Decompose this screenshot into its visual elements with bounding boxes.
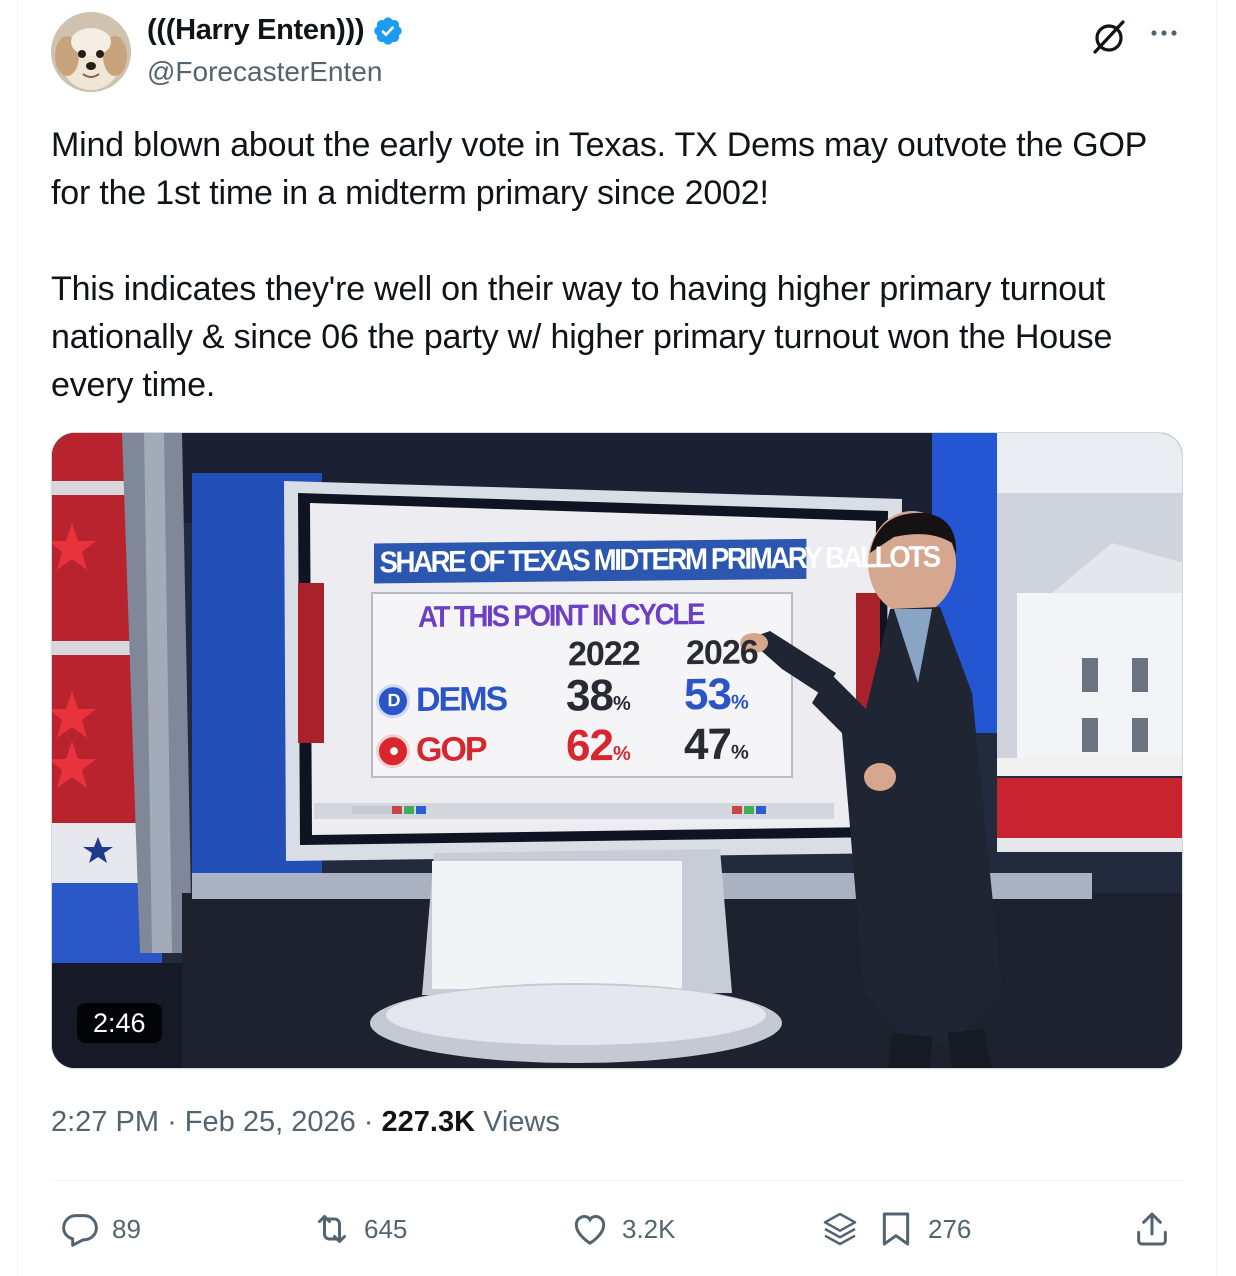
like-count: 3.2K <box>622 1213 676 1244</box>
author-avatar[interactable] <box>51 12 131 92</box>
grok-analysis-button[interactable] <box>820 1206 860 1252</box>
author-display-name[interactable]: (((Harry Enten))) <box>147 14 365 47</box>
tweet-meta: 2:27 PM · Feb 25, 2026 · 227.3K Views <box>51 1106 560 1139</box>
author-name[interactable]: (((Harry Enten))) <box>147 14 404 47</box>
year-2026-label: 2026 <box>686 633 758 673</box>
verified-badge-icon <box>374 16 402 45</box>
tweet-text: Mind blown about the early vote in Texas… <box>51 121 1191 409</box>
gop-row-label: ● GOP <box>376 730 486 770</box>
broadcast-screen: SHARE OF TEXAS MIDTERM PRIMARY BALLOTS A… <box>340 512 939 816</box>
bookmark-icon <box>882 1212 910 1246</box>
democrat-logo-icon: D <box>376 683 410 718</box>
dems-2022-value: 38% <box>566 670 630 721</box>
meta-separator: · <box>167 1106 177 1138</box>
bookmark-button[interactable]: 276 <box>876 1206 971 1252</box>
like-button[interactable]: 3.2K <box>570 1206 676 1252</box>
bookmark-count: 276 <box>928 1213 972 1244</box>
stack-layers-icon <box>823 1212 857 1246</box>
heart-icon <box>574 1214 606 1245</box>
gop-2022-value: 62% <box>566 720 630 771</box>
share-icon <box>1137 1212 1167 1246</box>
views-count[interactable]: 227.3K <box>382 1106 476 1138</box>
dems-2026-value: 53% <box>684 669 748 720</box>
reply-icon <box>62 1214 98 1247</box>
repost-icon <box>318 1215 346 1243</box>
video-player[interactable]: SHARE OF TEXAS MIDTERM PRIMARY BALLOTS A… <box>51 432 1183 1069</box>
author-handle[interactable]: @ForecasterEnten <box>147 56 382 88</box>
repost-button[interactable]: 645 <box>312 1206 407 1252</box>
republican-elephant-icon: ● <box>376 733 410 768</box>
gop-2026-value: 47% <box>684 719 748 770</box>
reply-count: 89 <box>112 1213 141 1244</box>
tweet-paragraph: Mind blown about the early vote in Texas… <box>51 126 1156 212</box>
gop-label: GOP <box>416 730 486 770</box>
video-duration-badge: 2:46 <box>77 1003 162 1043</box>
tweet-date[interactable]: Feb 25, 2026 <box>185 1106 356 1138</box>
screen-subtitle: AT THIS POINT IN CYCLE <box>418 598 704 634</box>
tweet-paragraph: This indicates they're well on their way… <box>51 270 1122 404</box>
share-button[interactable] <box>1132 1206 1172 1252</box>
screen-title: SHARE OF TEXAS MIDTERM PRIMARY BALLOTS <box>374 538 939 584</box>
repost-count: 645 <box>364 1213 408 1244</box>
reply-button[interactable]: 89 <box>60 1206 141 1252</box>
views-label: Views <box>483 1106 560 1138</box>
more-options-icon[interactable] <box>1146 18 1182 48</box>
tweet-time[interactable]: 2:27 PM <box>51 1106 159 1138</box>
divider <box>51 1180 1183 1181</box>
year-2022-label: 2022 <box>568 634 640 674</box>
dog-avatar-icon <box>51 12 131 92</box>
dems-label: DEMS <box>416 680 507 720</box>
meta-separator: · <box>363 1106 374 1138</box>
dems-row-label: D DEMS <box>376 680 506 720</box>
grok-icon[interactable] <box>1090 18 1128 56</box>
